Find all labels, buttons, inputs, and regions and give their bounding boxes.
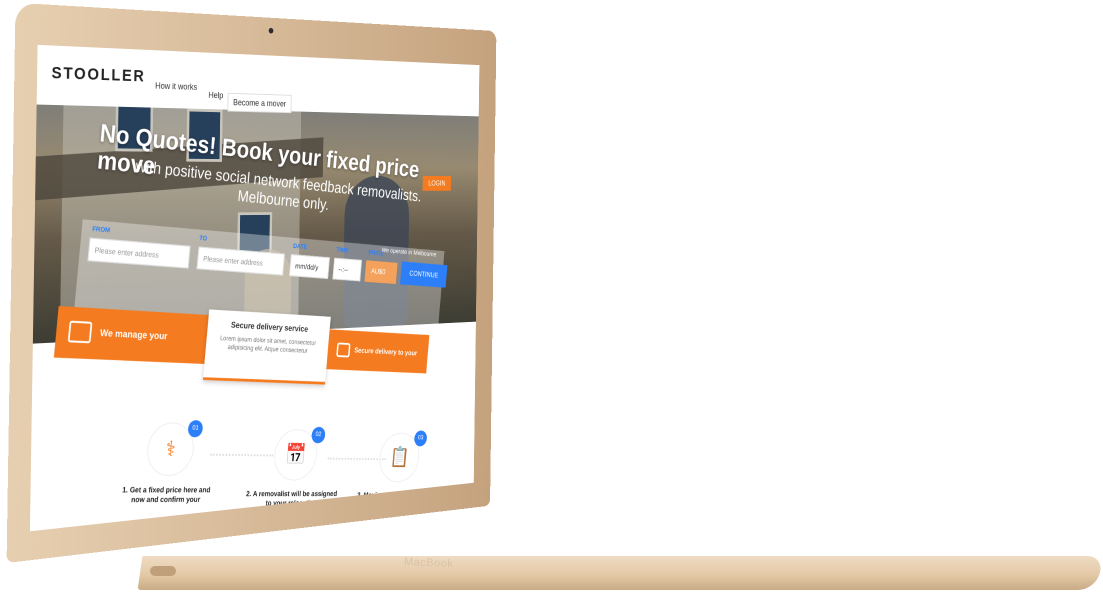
feature-home-delivery: Secure delivery to your home [326,329,430,394]
date-input[interactable]: mm/dd/y [289,254,330,279]
time-input[interactable]: --:-- [332,257,362,282]
step-number: 03 [413,430,428,447]
to-label: TO [199,235,208,243]
box-icon [67,320,93,344]
nav-become-mover[interactable]: Become a mover [227,92,292,114]
macbook-label: MacBook [403,555,454,571]
laptop-base [137,556,1103,590]
continue-button[interactable]: CONTINUE [400,261,448,288]
logo[interactable]: STOOLLER [51,63,145,86]
clipboard-icon: 📋 03 [377,430,428,483]
laptop: STOOLLER How it works Help Become a move… [0,0,1103,605]
step-text: 1. Get a fixed price here and now and co… [121,485,211,505]
step-number: 01 [187,420,204,438]
from-label: FROM [91,226,111,235]
to-input[interactable]: Please enter address [196,246,285,276]
step-1: ⚕ 01 1. Get a fixed price here and now an… [115,420,221,505]
price-value: AU$0 [364,260,398,285]
step-number: 02 [311,426,326,444]
step-2: 📅 02 2. A removalist will be assigned to … [245,426,343,508]
nav-help[interactable]: Help [203,86,229,105]
from-input[interactable]: Please enter address [87,237,191,269]
delivery-icon [336,342,351,358]
website-screen: STOOLLER How it works Help Become a move… [29,44,480,532]
calendar-icon: 📅 02 [272,426,326,481]
laptop-screen-bezel: STOOLLER How it works Help Become a move… [6,2,497,564]
time-label: TIME [336,247,349,255]
handshake-icon: ⚕ 01 [144,420,204,477]
operate-note: We operate in Melbourne [381,247,437,259]
nav-how-it-works[interactable]: How it works [150,76,203,96]
feature-packaging: We manage your packaging [53,306,209,390]
feature-secure-delivery: Secure delivery service Lorem ipsum dolo… [202,309,331,385]
date-label: DATE [292,243,308,251]
camera-icon [268,27,274,34]
features-bar: We manage your packaging Secure delivery… [30,306,478,420]
